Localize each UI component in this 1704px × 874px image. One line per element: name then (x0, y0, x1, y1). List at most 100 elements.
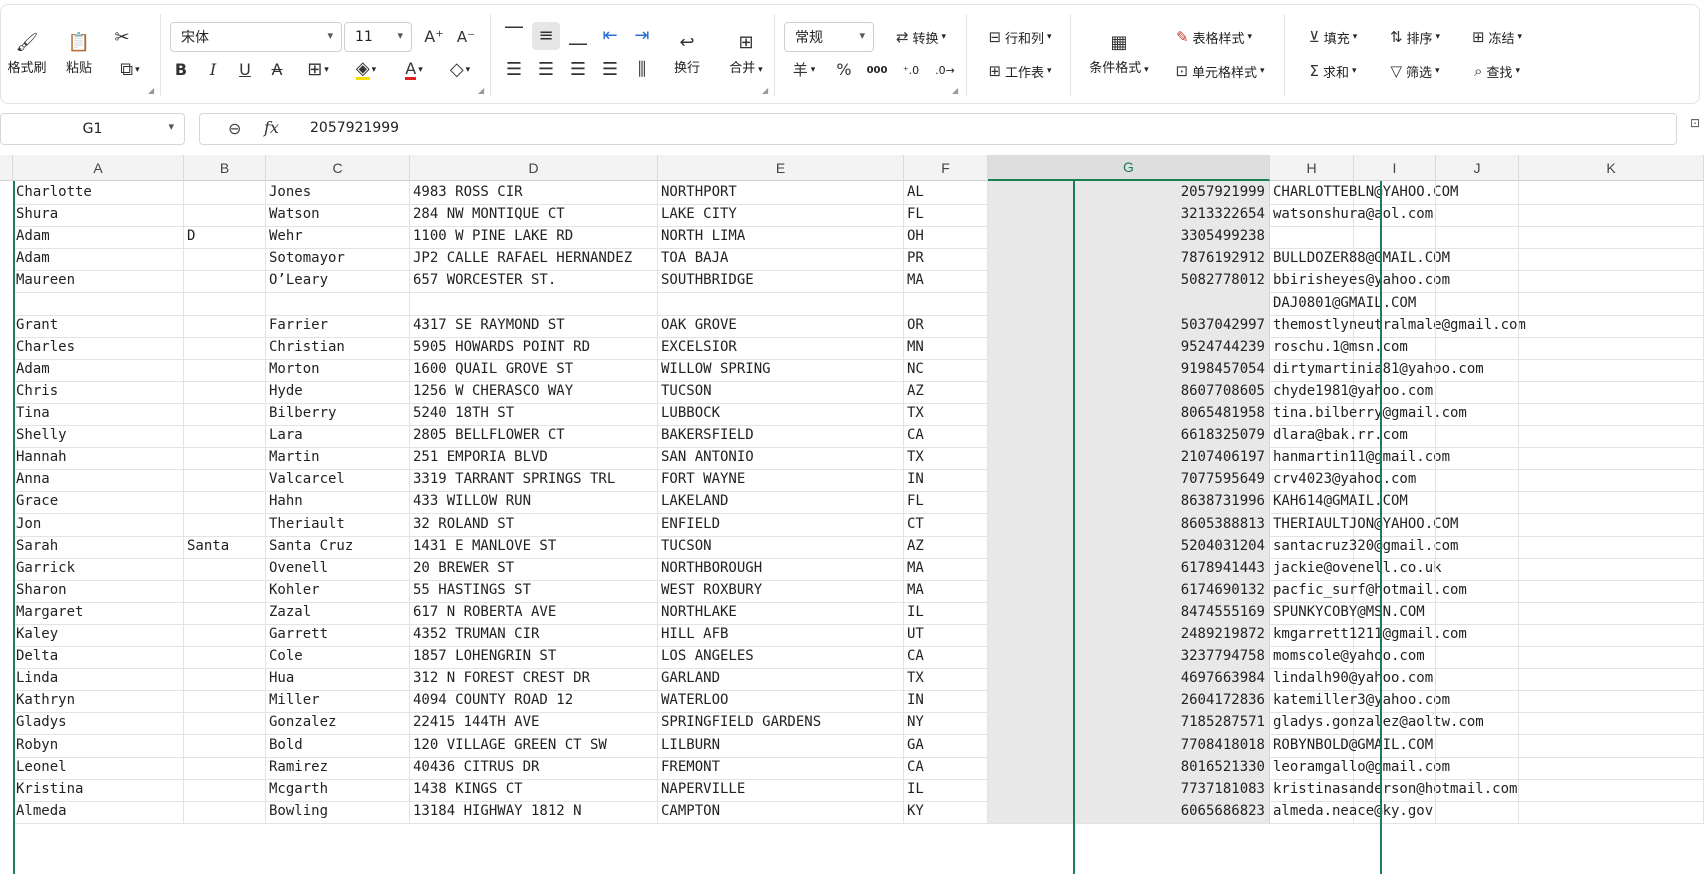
copy-button[interactable]: ⧉ ▾ (110, 56, 150, 84)
column-header-g[interactable]: G (988, 155, 1270, 181)
cell-k[interactable] (1519, 291, 1704, 316)
cell-e[interactable]: SAN ANTONIO (658, 446, 904, 471)
cell-k[interactable] (1519, 623, 1704, 647)
dialog-launcher-icon[interactable]: ◢ (148, 86, 154, 95)
cell-a[interactable]: Maureen (13, 269, 184, 294)
cell-j[interactable] (1436, 468, 1519, 493)
cell-a[interactable]: Chris (13, 379, 184, 404)
cell-i[interactable] (1354, 203, 1436, 228)
cell-a[interactable]: Leonel (13, 755, 184, 780)
cell-b[interactable] (184, 645, 266, 670)
cell-b[interactable] (184, 424, 266, 449)
cell-h[interactable]: THERIAULTJON@YAHOO.COM (1270, 512, 1458, 537)
column-header-j[interactable]: J (1436, 155, 1519, 181)
cell-k[interactable] (1519, 225, 1704, 250)
cell-h[interactable]: chyde1981@yahoo.com (1270, 379, 1433, 404)
cell-d[interactable]: 20 BREWER ST (410, 556, 658, 581)
cell-c[interactable]: Santa Cruz (266, 534, 410, 559)
cell-f[interactable]: AL (904, 181, 988, 205)
sum-button[interactable]: Σ 求和 ▾ (1294, 56, 1372, 86)
cell-h[interactable]: BULLDOZER88@GMAIL.COM (1270, 247, 1450, 272)
cell-a[interactable]: Gladys (13, 711, 184, 736)
cell-e[interactable]: LUBBOCK (658, 402, 904, 426)
cell-k[interactable] (1519, 534, 1704, 559)
cell-g[interactable]: 3237794758 (988, 645, 1270, 670)
cell-e[interactable]: NORTHLAKE (658, 600, 904, 625)
cell-e[interactable]: TOA BAJA (658, 247, 904, 272)
align-right-button[interactable]: ☰ (564, 56, 592, 84)
cell-f[interactable]: IL (904, 600, 988, 625)
cell-g[interactable]: 6065686823 (988, 799, 1270, 824)
cell-e[interactable]: NORTHPORT (658, 181, 904, 205)
cell-k[interactable] (1519, 313, 1704, 338)
cell-j[interactable] (1436, 623, 1519, 647)
conditional-format-button[interactable]: ▦ 条件格式 ▾ (1082, 22, 1156, 86)
cell-a[interactable]: Grace (13, 490, 184, 515)
cell-a[interactable]: Kristina (13, 777, 184, 802)
cell-j[interactable] (1436, 689, 1519, 714)
cell-h[interactable]: leoramgallo@gmail.com (1270, 755, 1450, 780)
cell-d[interactable]: 4352 TRUMAN CIR (410, 623, 658, 647)
cell-d[interactable]: 120 VILLAGE GREEN CT SW (410, 733, 658, 758)
cell-b[interactable] (184, 711, 266, 736)
cell-j[interactable] (1436, 556, 1519, 581)
cell-h[interactable]: KAH614@GMAIL.COM (1270, 490, 1408, 515)
column-header-c[interactable]: C (266, 155, 410, 181)
cell-f[interactable]: TX (904, 667, 988, 692)
cell-c[interactable]: Hua (266, 667, 410, 692)
fill-color-button[interactable]: ◈ ▾ (346, 56, 386, 84)
cell-k[interactable] (1519, 203, 1704, 228)
cell-e[interactable]: FREMONT (658, 755, 904, 780)
cell-k[interactable] (1519, 600, 1704, 625)
cell-a[interactable]: Shelly (13, 424, 184, 449)
number-format-select[interactable]: 常规 ▾ (784, 22, 874, 52)
cell-d[interactable]: JP2 CALLE RAFAEL HERNANDEZ (410, 247, 658, 272)
wrap-text-button[interactable]: ↩ 换行 (662, 22, 712, 86)
cell-b[interactable] (184, 490, 266, 515)
cell-j[interactable] (1436, 446, 1519, 471)
cell-f[interactable]: CA (904, 755, 988, 780)
cell-a[interactable] (13, 291, 184, 316)
cell-j[interactable] (1436, 402, 1519, 426)
cell-h[interactable]: lindalh90@yahoo.com (1270, 667, 1433, 692)
cell-j[interactable] (1436, 203, 1519, 228)
cell-f[interactable]: MN (904, 335, 988, 360)
cell-k[interactable] (1519, 777, 1704, 802)
cell-d[interactable]: 1431 E MANLOVE ST (410, 534, 658, 559)
cell-g[interactable]: 8474555169 (988, 600, 1270, 625)
cell-f[interactable]: NY (904, 711, 988, 736)
cell-a[interactable]: Delta (13, 645, 184, 670)
cell-e[interactable] (658, 291, 904, 316)
cell-a[interactable]: Kaley (13, 623, 184, 647)
cell-f[interactable]: MA (904, 269, 988, 294)
cell-a[interactable]: Margaret (13, 600, 184, 625)
cell-c[interactable]: Martin (266, 446, 410, 471)
worksheet-button[interactable]: ⊞ 工作表 ▾ (976, 56, 1064, 86)
cell-h[interactable]: roschu.1@msn.com (1270, 335, 1408, 360)
cell-c[interactable]: Miller (266, 689, 410, 714)
cell-k[interactable] (1519, 468, 1704, 493)
convert-button[interactable]: ⇄ 转换 ▾ (882, 22, 960, 52)
cell-k[interactable] (1519, 490, 1704, 515)
cell-k[interactable] (1519, 733, 1704, 758)
cell-j[interactable] (1436, 755, 1519, 780)
cell-i[interactable] (1354, 335, 1436, 360)
cell-j[interactable] (1436, 181, 1519, 205)
cell-a[interactable]: Garrick (13, 556, 184, 581)
freeze-button[interactable]: ⊞ 冻结 ▾ (1458, 22, 1536, 52)
cell-f[interactable]: GA (904, 733, 988, 758)
cell-c[interactable]: Lara (266, 424, 410, 449)
cell-i[interactable] (1354, 600, 1436, 625)
cell-d[interactable]: 4983 ROSS CIR (410, 181, 658, 205)
cell-b[interactable] (184, 203, 266, 228)
cell-d[interactable]: 1256 W CHERASCO WAY (410, 379, 658, 404)
cell-g[interactable]: 6174690132 (988, 578, 1270, 603)
thousands-button[interactable]: 000 (862, 56, 892, 84)
cell-d[interactable]: 40436 CITRUS DR (410, 755, 658, 780)
bold-button[interactable]: B (168, 56, 194, 84)
cell-c[interactable]: Valcarcel (266, 468, 410, 493)
border-button[interactable]: ⊞ ▾ (298, 56, 338, 84)
cell-b[interactable]: Santa (184, 534, 266, 559)
cell-c[interactable]: Christian (266, 335, 410, 360)
cell-c[interactable]: Bold (266, 733, 410, 758)
